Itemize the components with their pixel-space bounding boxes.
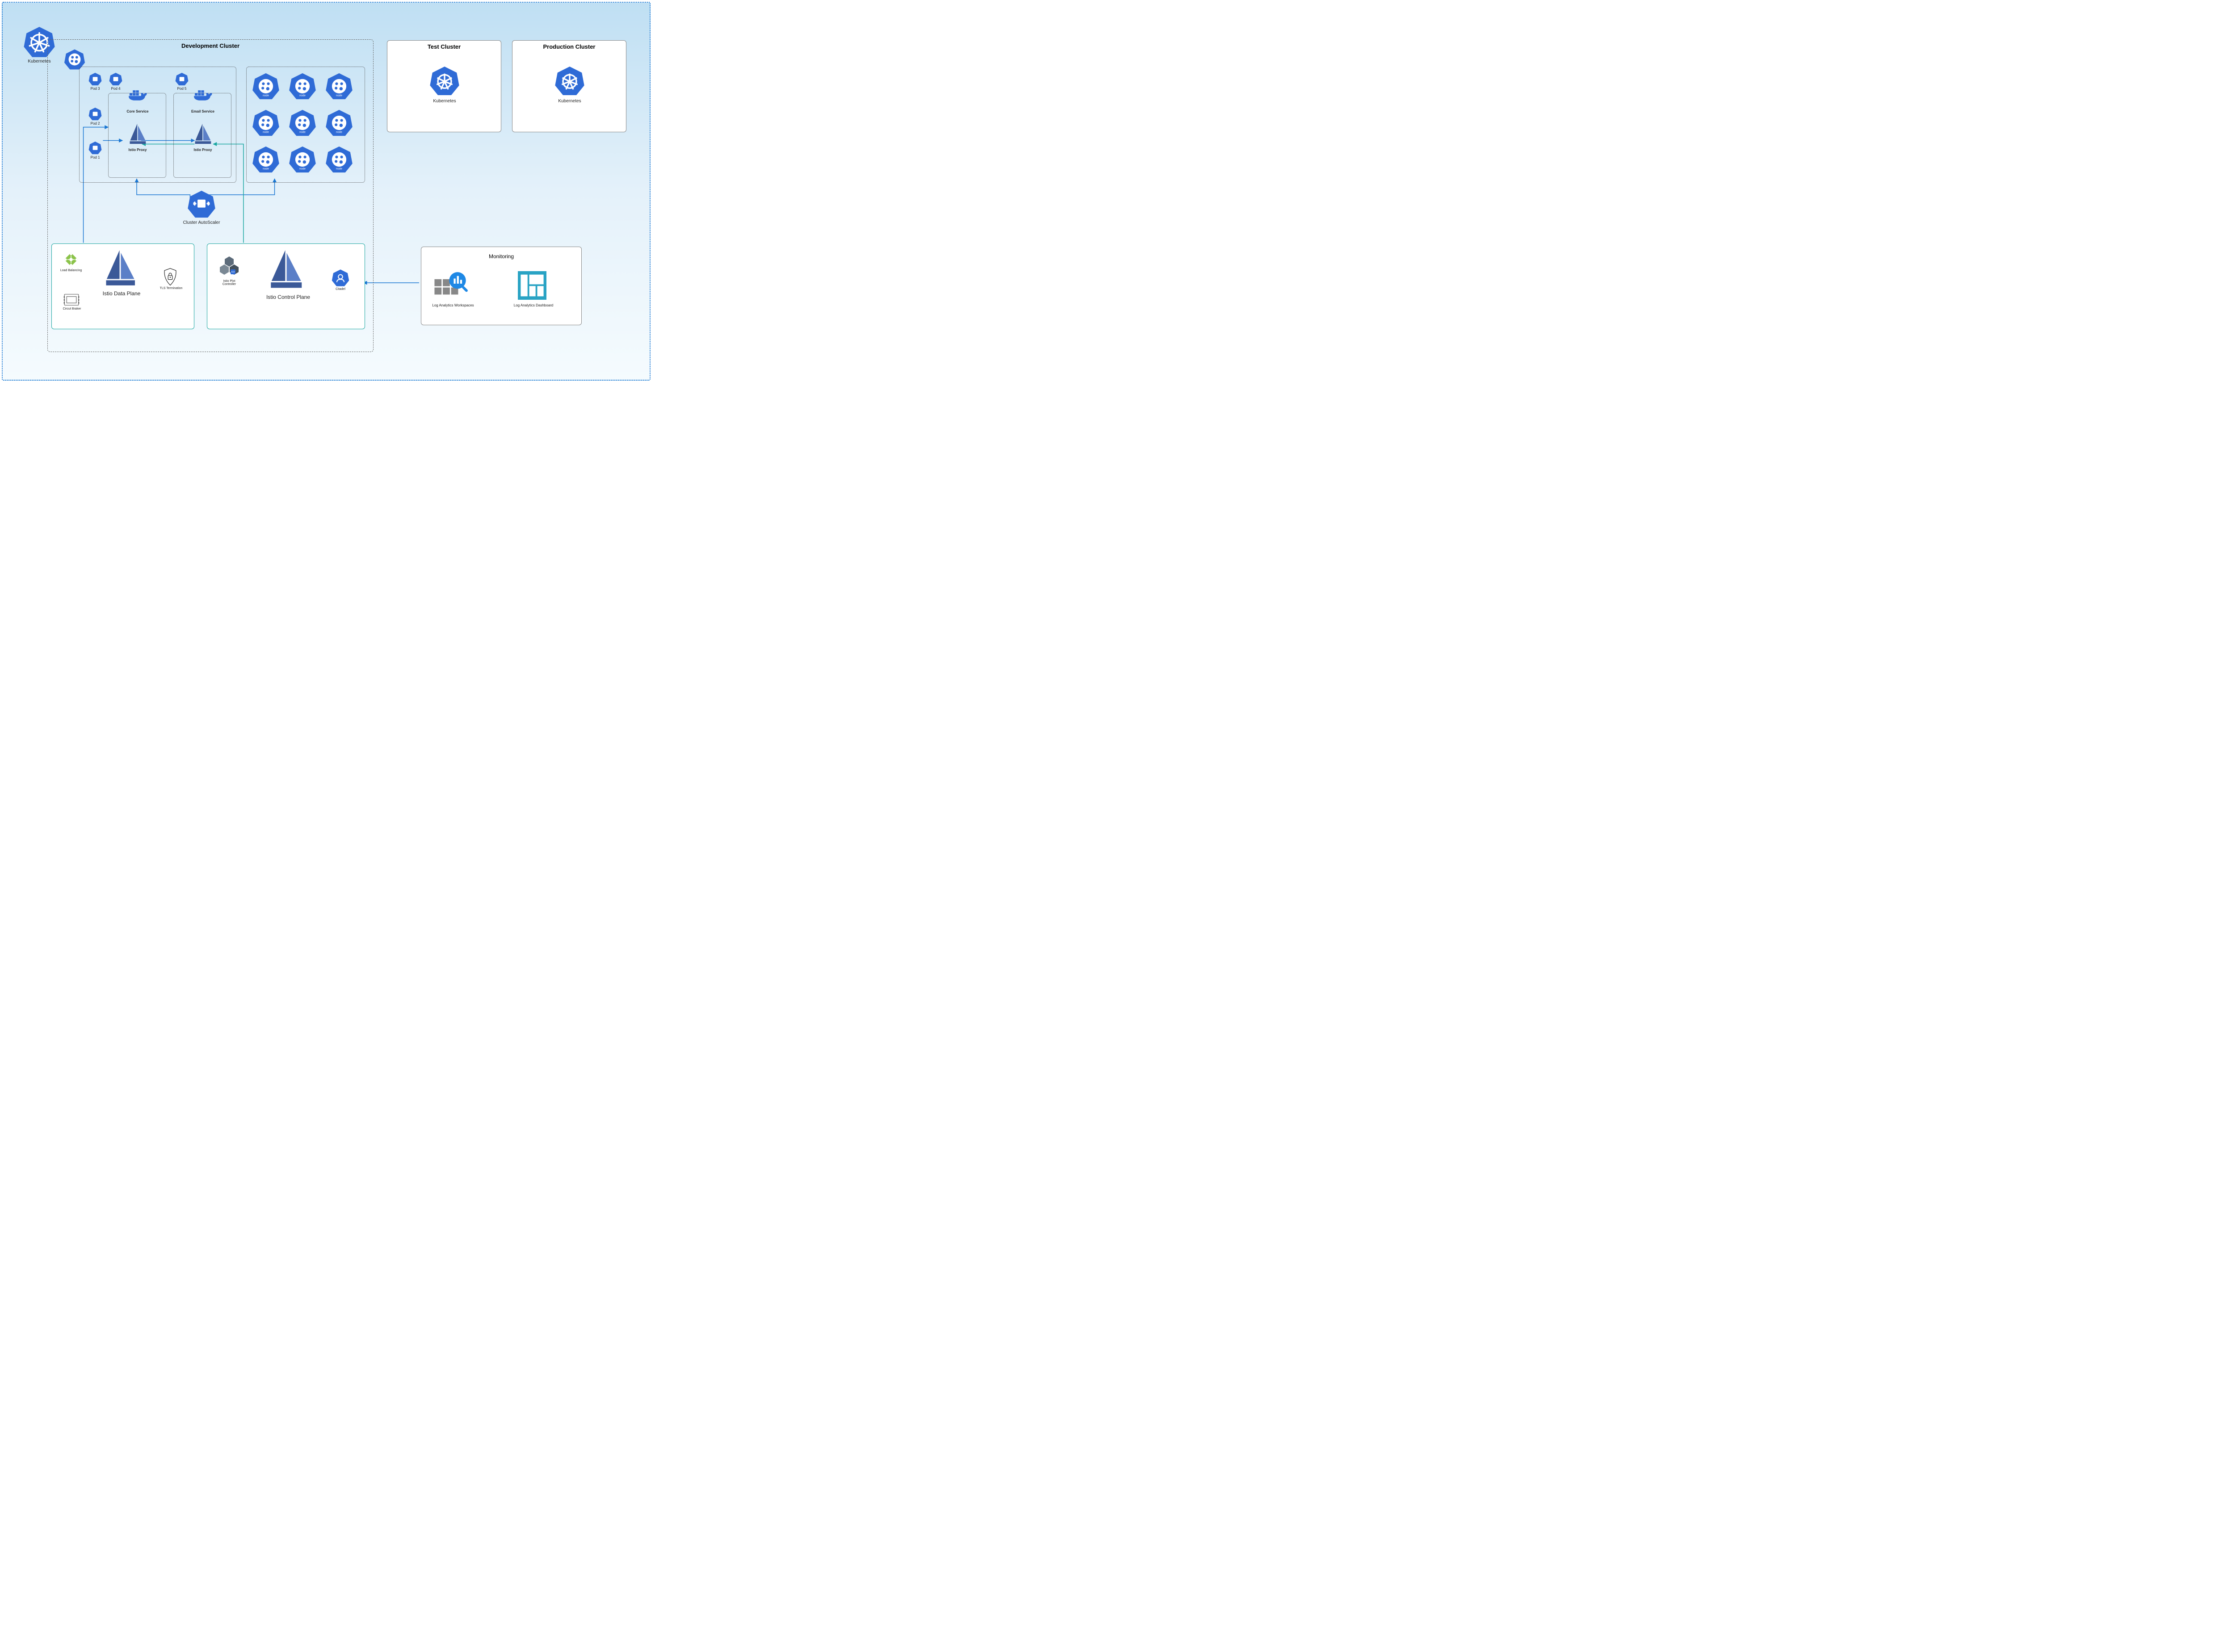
- monitoring-title: Monitoring: [421, 247, 581, 260]
- pod2-icon: [88, 107, 102, 121]
- docker-icon: [193, 87, 213, 105]
- circuit-breaker-icon: [63, 293, 80, 309]
- svg-text:node: node: [263, 167, 269, 170]
- istio-control-plane-label: Istio Control Plane: [259, 294, 317, 300]
- istio-pilot-icon: <>: [218, 256, 240, 280]
- cluster-autoscaler-label: Cluster AutoScaler: [174, 220, 229, 225]
- production-cluster-k8s-label: Kubernetes: [512, 99, 627, 104]
- svg-text:node: node: [299, 94, 306, 97]
- node-icon: node: [252, 72, 280, 100]
- load-balancing-label: Load Balancing: [56, 269, 86, 272]
- production-cluster-title: Production Cluster: [512, 41, 626, 51]
- monitoring-box: Monitoring Log Analytics Workspaces Log …: [421, 247, 582, 325]
- core-service-box: Core Service Istio Proxy: [108, 93, 166, 178]
- canvas-boundary: Kubernetes Development Cluster Pod 3 P: [2, 2, 651, 381]
- svg-text:node: node: [299, 130, 306, 134]
- core-service-label: Core Service: [109, 109, 167, 113]
- svg-text:node: node: [336, 130, 342, 134]
- kubernetes-icon: [554, 66, 585, 96]
- production-cluster-box: Production Cluster Kubernetes: [512, 40, 626, 132]
- node-icon: node: [252, 109, 280, 137]
- citadel-icon: [332, 269, 349, 287]
- pod1-label: Pod 1: [86, 155, 105, 159]
- pod2-label: Pod 2: [86, 122, 105, 126]
- istio-sail-icon: [268, 250, 304, 294]
- test-cluster-box: Test Cluster Kubernetes: [387, 40, 501, 132]
- node-icon: node: [289, 72, 316, 100]
- istio-data-plane-box: Load Balancing Istio Data Plane TLS Term…: [51, 243, 194, 329]
- log-analytics-dashboard-label: Log Analytics Dashboard: [504, 303, 563, 307]
- log-analytics-dashboard-icon: [518, 271, 546, 302]
- pod1-icon: [88, 141, 102, 155]
- node-icon: node: [325, 109, 353, 137]
- istio-proxy-icon: [193, 124, 212, 148]
- kubernetes-icon: [429, 66, 460, 96]
- istio-data-plane-label: Istio Data Plane: [95, 290, 148, 297]
- istio-proxy-core-label: Istio Proxy: [109, 148, 167, 152]
- development-cluster-box: Development Cluster Pod 3 Pod 4: [47, 39, 374, 352]
- pod5-icon: [175, 72, 189, 86]
- test-cluster-title: Test Cluster: [387, 41, 501, 51]
- circuit-breaker-label: Circut Braker: [58, 307, 86, 310]
- node-icon: node: [289, 109, 316, 137]
- pod4-label: Pod 4: [106, 87, 125, 91]
- node-icon: node: [325, 72, 353, 100]
- svg-text:node: node: [336, 167, 342, 170]
- pod4-icon: [109, 72, 122, 86]
- log-analytics-workspaces-label: Log Analytics Workspaces: [424, 303, 482, 307]
- tls-termination-label: TLS Termination: [155, 287, 188, 290]
- svg-text:<>: <>: [231, 271, 235, 274]
- pod-services-group: Pod 3 Pod 4 Pod 2 Pod 1: [79, 67, 236, 183]
- node-icon: node: [289, 146, 316, 173]
- cluster-autoscaler-icon: [187, 190, 216, 218]
- svg-text:node: node: [263, 130, 269, 134]
- tls-termination-icon: [163, 268, 178, 288]
- load-balancing-icon: [63, 251, 80, 270]
- pod3-icon: [88, 72, 102, 86]
- istio-sail-icon: [104, 250, 137, 291]
- svg-text:node: node: [263, 94, 269, 97]
- pod3-label: Pod 3: [86, 87, 105, 91]
- node-icon: node: [325, 146, 353, 173]
- development-cluster-title: Development Cluster: [48, 40, 373, 50]
- pod5-label: Pod 5: [172, 87, 191, 91]
- svg-text:node: node: [299, 167, 306, 170]
- istio-proxy-icon: [128, 124, 147, 148]
- citadel-label: Citadel: [327, 288, 354, 291]
- email-service-box: Email Service Istio Proxy: [173, 93, 231, 178]
- email-service-label: Email Service: [174, 109, 232, 113]
- istio-proxy-email-label: Istio Proxy: [174, 148, 232, 152]
- node-icon: node: [252, 146, 280, 173]
- docker-icon: [127, 87, 148, 105]
- log-analytics-workspaces-icon: [434, 271, 472, 303]
- istio-pilot-label: Istio Plot Controller: [213, 280, 246, 286]
- test-cluster-k8s-label: Kubernetes: [387, 99, 502, 104]
- svg-text:node: node: [336, 94, 342, 97]
- istio-control-plane-box: <> Istio Plot Controller Istio Control P…: [207, 243, 365, 329]
